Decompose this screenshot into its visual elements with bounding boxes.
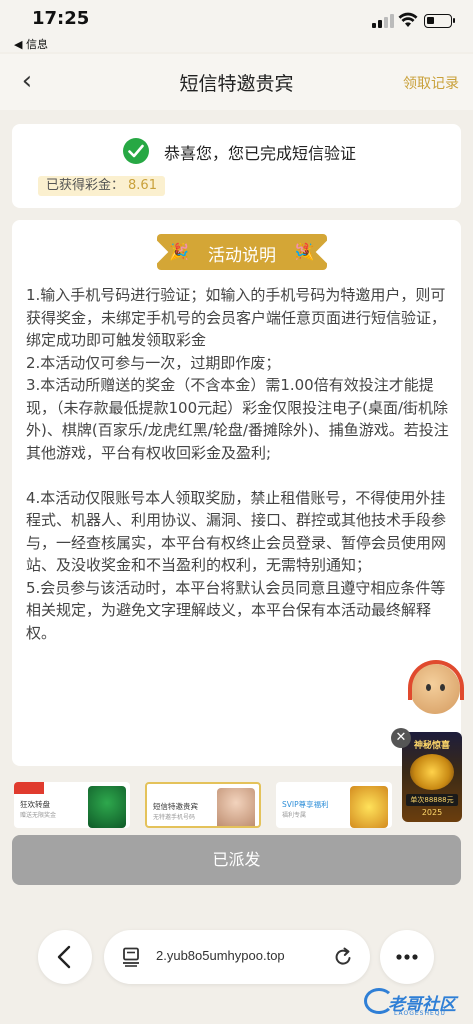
mystery-surprise-promo[interactable]: 神秘惊喜 单次88888元 2025: [402, 732, 462, 822]
site-watermark: 老哥社区 LAOGESHEQU: [364, 984, 470, 1020]
promo-amount: 单次88888元: [406, 794, 458, 806]
banner-image: [350, 786, 388, 828]
bonus-amount: 8.61: [128, 178, 157, 193]
more-options-button[interactable]: [380, 930, 434, 984]
rule-item: 3.本活动所赠送的奖金（不含本金）需1.00倍有效投注才能提现，（未存款最低提款…: [26, 376, 449, 462]
signal-icon: [372, 14, 394, 28]
bonus-badge: 已获得彩金： 8.61: [38, 176, 165, 196]
activity-badge: 🎉 活动说明 🎉: [157, 234, 327, 270]
promo-title: 神秘惊喜: [413, 741, 450, 751]
battery-icon: [424, 14, 455, 28]
banner-lucky-wheel[interactable]: 狂欢转盘 赠送无限奖金: [14, 782, 130, 828]
rule-spacer: [26, 464, 450, 487]
page-menu-icon[interactable]: [122, 947, 140, 967]
chevron-left-icon: [57, 945, 71, 969]
success-message: 恭喜您，您已完成短信验证: [164, 144, 357, 163]
banner-sub: 赠送无限奖金: [20, 812, 57, 819]
banner-label: 狂欢转盘: [20, 800, 50, 809]
promo-year: 2025: [421, 808, 443, 817]
banner-sub: 福利专属: [282, 812, 307, 819]
coin-pile-icon: [410, 754, 454, 790]
dispatched-button[interactable]: 已派发: [12, 835, 461, 885]
banner-image: [88, 786, 126, 828]
banner-sub: 无特邀手机号码: [153, 814, 196, 821]
watermark-sub: LAOGESHEQU: [394, 1010, 446, 1017]
wifi-icon: [398, 12, 418, 27]
activity-rules-card: 🎉 活动说明 🎉 1.输入手机号码进行验证；如输入的手机号码为特邀用户，则可获得…: [12, 220, 461, 766]
back-to-app-link[interactable]: ◀ 信息: [14, 36, 48, 52]
close-icon[interactable]: ✕: [391, 728, 411, 748]
banner-label: SVIP尊享福利: [282, 800, 329, 809]
customer-service-avatar[interactable]: [406, 658, 466, 720]
banner-image: [217, 788, 255, 826]
party-popper-icon: 🎉: [295, 242, 315, 261]
verification-success-card: 恭喜您，您已完成短信验证 已获得彩金： 8.61: [12, 124, 461, 208]
status-time: 17:25: [32, 8, 90, 29]
rule-item: 1.输入手机号码进行验证；如输入的手机号码为特邀用户，则可获得奖金，未绑定手机号…: [26, 286, 447, 349]
claim-records-link[interactable]: 领取记录: [403, 73, 459, 93]
rule-item: 5.会员参与该活动时，本平台将默认会员同意且遵守相应条件等相关规定，为避免文字理…: [26, 578, 446, 642]
banner-label: 短信特邀贵宾: [153, 802, 198, 811]
banner-svip[interactable]: SVIP尊享福利 福利专属: [276, 782, 392, 828]
status-bar: 17:25 ◀ 信息: [0, 0, 473, 52]
headset-icon: [408, 660, 464, 700]
rule-item: 2.本活动仅可参与一次，过期即作废；: [26, 353, 281, 372]
banner-sms-vip[interactable]: 短信特邀贵宾 无特邀手机号码: [145, 782, 261, 828]
page-header: ‹ 短信特邀贵宾 领取记录: [0, 54, 473, 110]
url-text: 2.yub8o5umhypoo.top: [156, 948, 285, 963]
hot-tag: [14, 782, 44, 794]
address-bar[interactable]: 2.yub8o5umhypoo.top: [104, 930, 370, 984]
check-circle-icon: [123, 138, 149, 164]
rules-text: 1.输入手机号码进行验证；如输入的手机号码为特邀用户，则可获得奖金，未绑定手机号…: [26, 284, 450, 644]
more-dots-icon: [396, 954, 418, 960]
bonus-label: 已获得彩金：: [46, 178, 125, 193]
rule-item: 4.本活动仅限账号本人领取奖励，禁止租借账号，不得使用外挂程式、机器人、利用协议…: [26, 488, 447, 575]
browser-back-button[interactable]: [38, 930, 92, 984]
reload-icon[interactable]: [332, 946, 354, 968]
